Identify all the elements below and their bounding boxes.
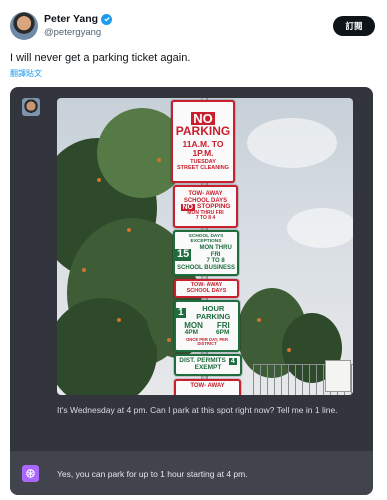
assistant-answer: Yes, you can park for up to 1 hour start…: [57, 469, 248, 479]
school-days-label: SCHOOL DAYS: [186, 287, 227, 294]
time-label: 7 TO 8 4: [195, 215, 216, 222]
district-number: 4: [228, 357, 237, 366]
user-avatar: [22, 98, 40, 116]
school-exceptions-sign: SCHOOL DAYS EXCEPTIONS 15 MON THRU FRI 7…: [173, 230, 239, 276]
days-label: MON THRU FRI: [199, 245, 232, 258]
district-permits-sign: DIST. PERMITS 4 EXEMPT: [174, 354, 242, 376]
time-from-label: 4PM: [184, 329, 198, 337]
subscribe-button[interactable]: 訂閱: [333, 16, 375, 36]
tweet-text: I will never get a parking ticket again.: [10, 52, 191, 64]
exceptions-heading: SCHOOL DAYS EXCEPTIONS: [188, 234, 224, 245]
chat-screenshot-panel[interactable]: NO PARKING 11A.M. TO 1P.M. TUESDAY STREE…: [10, 87, 373, 495]
no-parking-sign: NO PARKING 11A.M. TO 1P.M. TUESDAY STREE…: [171, 100, 235, 183]
time-label: 7 TO 8: [206, 258, 225, 265]
minutes-label: 15: [175, 248, 192, 261]
parking-signs-photo[interactable]: NO PARKING 11A.M. TO 1P.M. TUESDAY STREE…: [57, 98, 353, 395]
no-stopping-sign: TOW- AWAY SCHOOL DAYS NO STOPPING MON TH…: [173, 185, 238, 228]
time-to-label: 6PM: [216, 329, 230, 337]
tow-away-sign: TOW- AWAY SCHOOL DAYS: [174, 279, 239, 298]
once-per-day-label: ONCE PER DAY, PER DISTRICT: [186, 337, 228, 347]
one-hour-parking-sign: 1 HOUR PARKING MON FRI 4PM 6PM ONCE PER …: [174, 300, 240, 352]
no-label: NO: [191, 110, 215, 126]
user-question: It's Wednesday at 4 pm. Can I park at th…: [57, 405, 338, 415]
parking-label: PARKING: [175, 124, 231, 139]
tow-away-label: TOW- AWAY: [190, 383, 225, 389]
verified-badge-icon: [101, 13, 113, 25]
hour-number: 1: [176, 306, 186, 319]
chatgpt-logo-icon: [22, 465, 39, 482]
street-cleaning-label: STREET CLEANING: [177, 164, 229, 171]
exempt-label: EXEMPT: [194, 364, 222, 372]
hours-label: 11A.M. TO 1P.M.: [182, 138, 224, 158]
school-business-label: SCHOOL BUSINESS: [177, 265, 235, 272]
author-avatar[interactable]: [10, 12, 38, 40]
hour-parking-label: HOUR PARKING: [196, 304, 231, 321]
tow-away-sign-bottom: TOW- AWAY: [174, 379, 241, 395]
author-name-row[interactable]: Peter Yang: [44, 13, 113, 25]
author-handle[interactable]: @petergyang: [44, 27, 101, 38]
translate-post-link[interactable]: 翻譯貼文: [10, 68, 42, 79]
author-name[interactable]: Peter Yang: [44, 13, 98, 25]
